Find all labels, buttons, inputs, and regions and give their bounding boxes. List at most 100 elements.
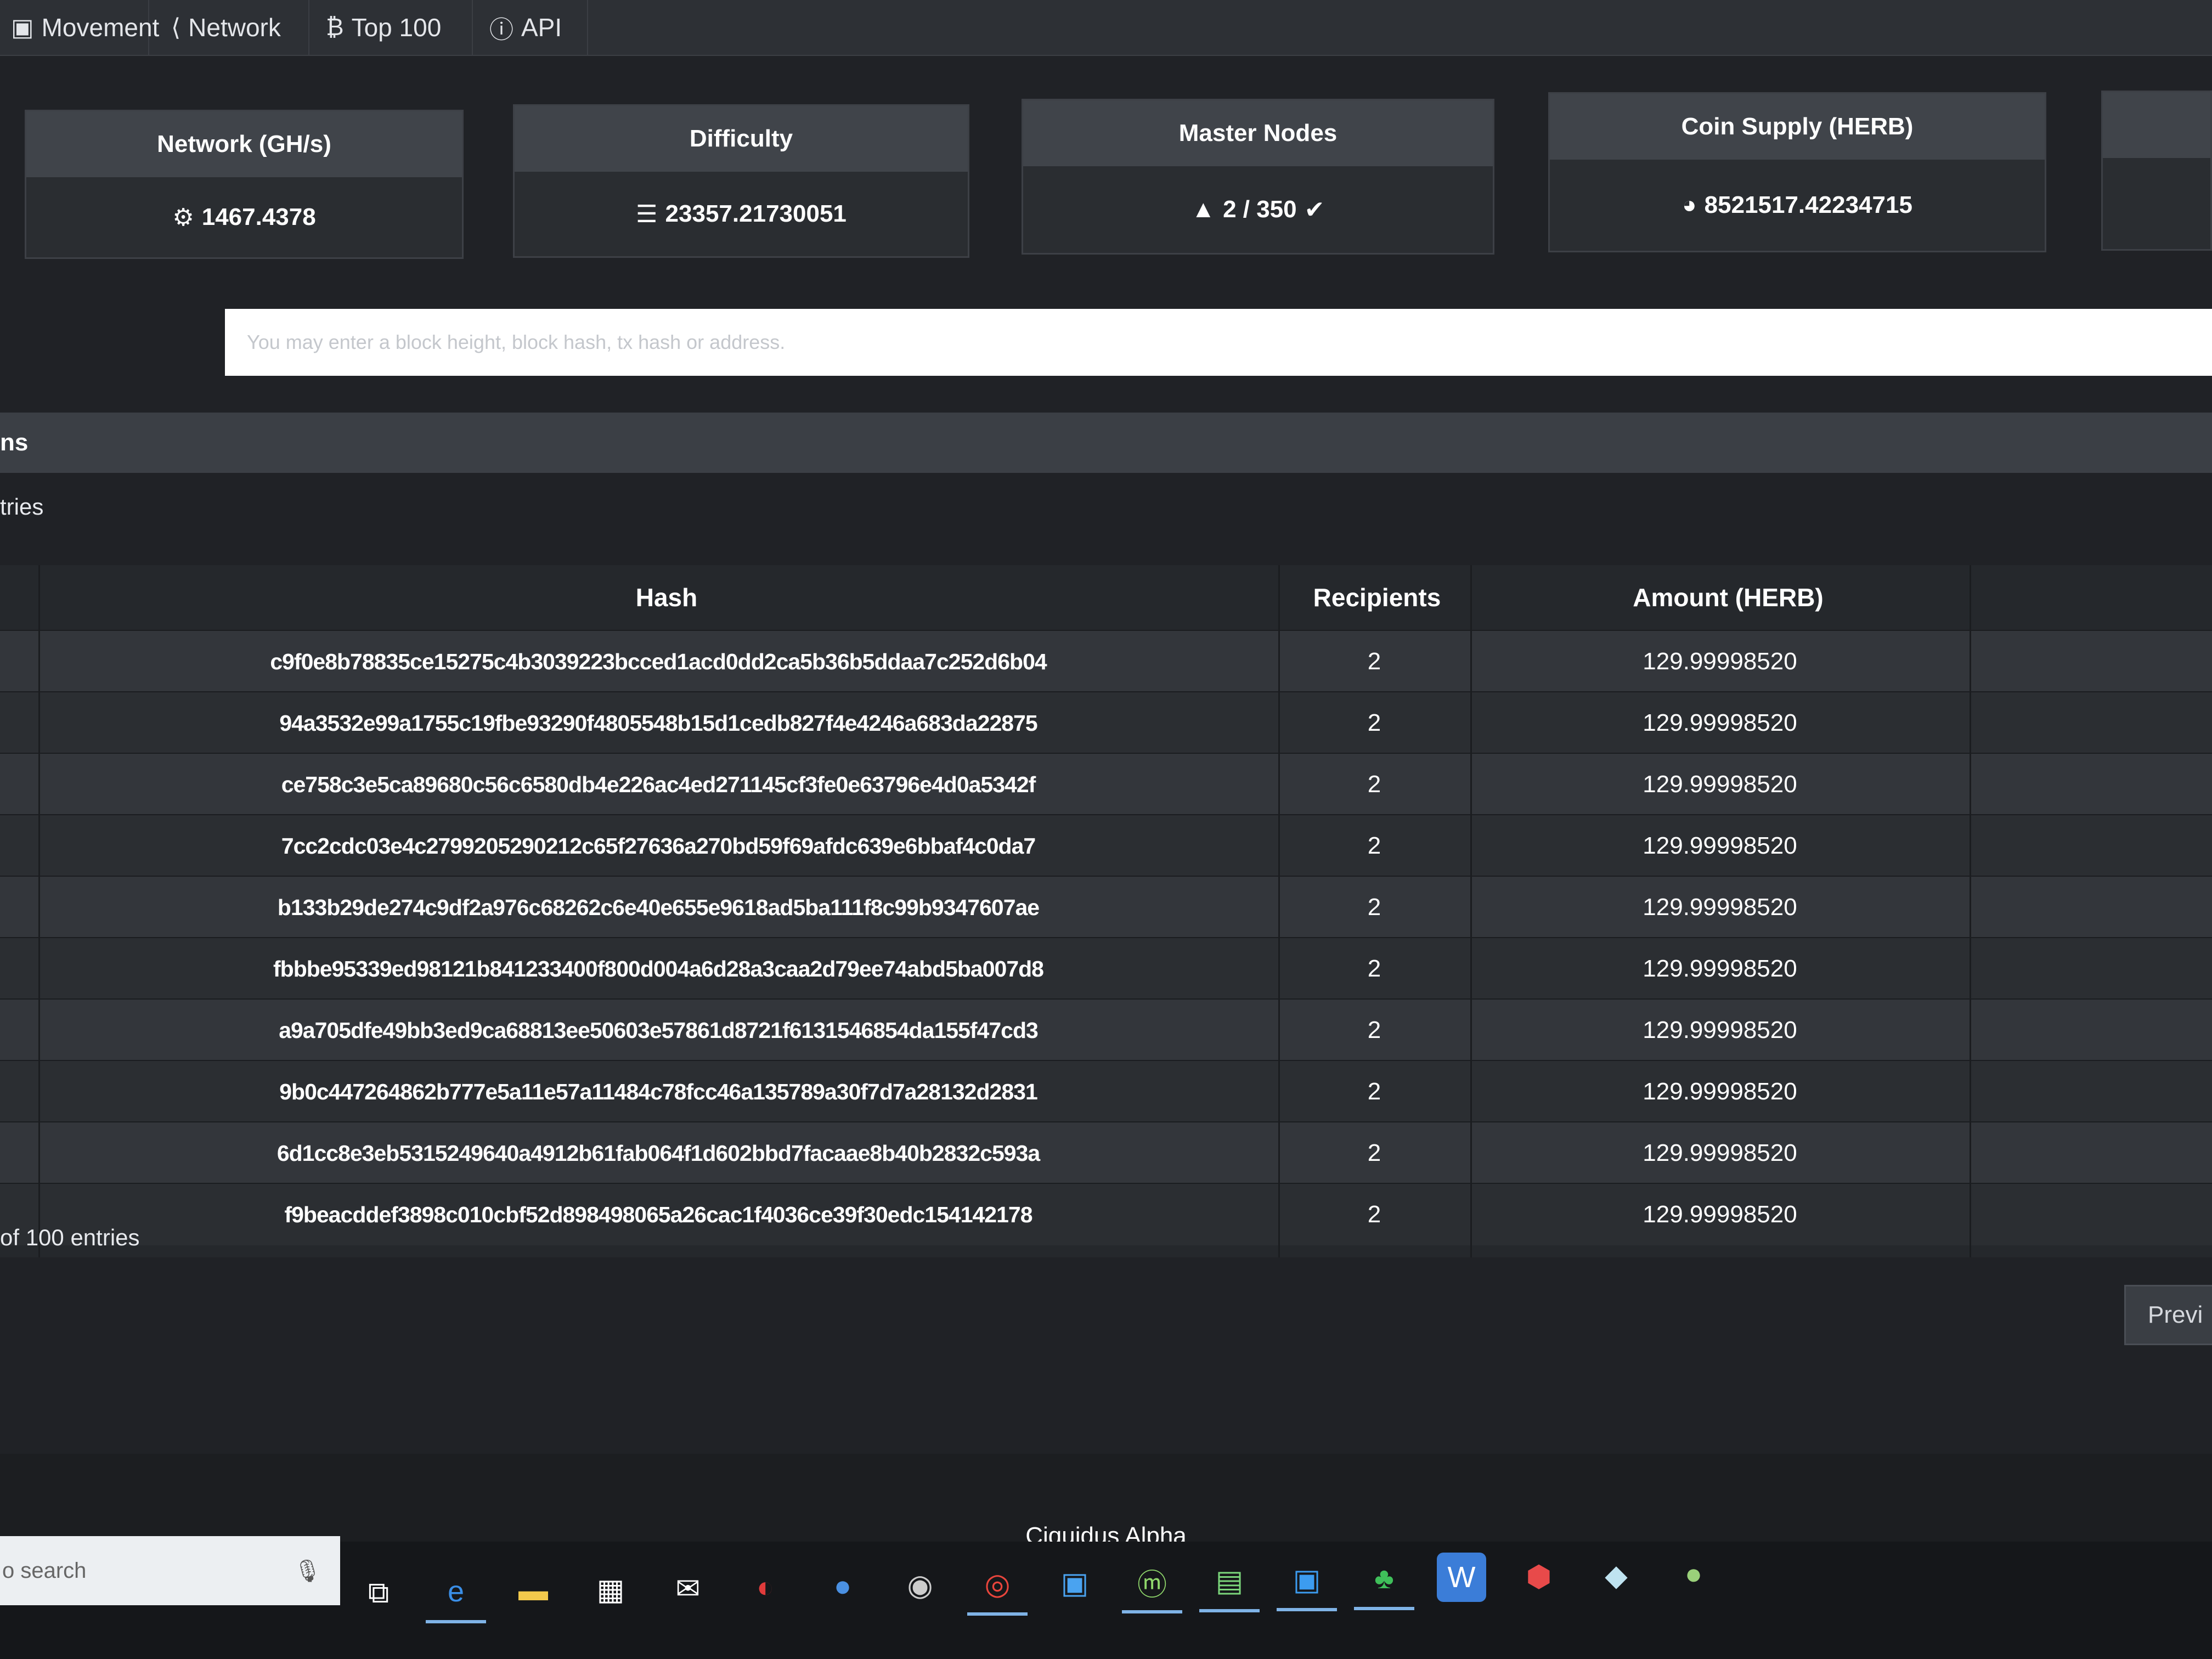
- nav-item-label: API: [521, 13, 562, 42]
- mail-icon[interactable]: ✉: [663, 1564, 713, 1613]
- tx-hash-link[interactable]: ce758c3e5ca89680c56c6580db4e226ac4ed2711…: [38, 754, 1278, 815]
- stat-card-value-row: ⚙ 1467.4378: [26, 177, 462, 257]
- blue-window-icon[interactable]: ▣: [1282, 1555, 1331, 1604]
- cube-red-icon[interactable]: ⬢: [1514, 1551, 1564, 1601]
- taskbar-search-box[interactable]: o search 🎙: [0, 1536, 340, 1605]
- tx-hash-link[interactable]: f9beacddef3898c010cbf52d898498065a26cac1…: [38, 1184, 1278, 1245]
- cube-light-icon[interactable]: ◆: [1592, 1550, 1641, 1600]
- running-app-indicator: [426, 1620, 486, 1623]
- info-icon: ⓘ: [489, 16, 514, 43]
- tx-recipients: 2: [1367, 1078, 1381, 1105]
- tx-hash-link[interactable]: c9f0e8b78835ce15275c4b3039223bcced1acd0d…: [38, 631, 1278, 692]
- tx-recipients: 2: [1367, 648, 1381, 675]
- green-window-icon[interactable]: ▤: [1205, 1556, 1254, 1605]
- table-row[interactable]: 9b0c447264862b777e5a11e57a11484c78fcc46a…: [0, 1060, 2212, 1122]
- tx-hash-link[interactable]: b133b29de274c9df2a976c68262c6e40e655e961…: [38, 877, 1278, 938]
- column-divider: [1470, 565, 1472, 1257]
- stat-card-title: Coin Supply (HERB): [1550, 94, 2045, 161]
- green-ball-icon[interactable]: ●: [1669, 1549, 1718, 1599]
- previous-page-button[interactable]: Previ: [2124, 1285, 2212, 1345]
- stat-card-difficulty: Difficulty ☰ 23357.21730051: [513, 104, 969, 258]
- tx-recipients: 2: [1367, 1139, 1381, 1166]
- movement-icon: ▣: [11, 14, 34, 41]
- stat-card-value: 8521517.42234715: [1704, 191, 1912, 218]
- task-view-icon[interactable]: ⧉: [354, 1568, 403, 1617]
- tx-hash-link[interactable]: a9a705dfe49bb3ed9ca68813ee50603e57861d87…: [38, 1000, 1278, 1061]
- pie-chart-icon: ◕: [1682, 191, 1697, 218]
- tx-hash-link[interactable]: 9b0c447264862b777e5a11e57a11484c78fcc46a…: [38, 1061, 1278, 1122]
- tx-hash-link[interactable]: 7cc2cdc03e4c2799205290212c65f27636a270bd…: [38, 815, 1278, 877]
- nav-item-top-100[interactable]: ₿ Top 100: [309, 0, 473, 55]
- window-app-icon[interactable]: ▣: [1050, 1558, 1099, 1607]
- tx-amount: 129.99998520: [1643, 1017, 1797, 1043]
- mint-app-icon[interactable]: ⓜ: [1127, 1557, 1177, 1606]
- tx-amount: 129.99998520: [1643, 832, 1797, 859]
- tx-amount: 129.99998520: [1643, 1078, 1797, 1105]
- bitcoin-icon: ₿: [326, 14, 344, 41]
- tx-amount: 129.99998520: [1643, 648, 1797, 675]
- search-input[interactable]: [225, 309, 2212, 376]
- network-icon: ⟨: [171, 14, 181, 41]
- column-header-amount[interactable]: Amount (HERB): [1476, 565, 1980, 630]
- stat-card-value: 1467.4378: [201, 204, 316, 230]
- w-app-icon[interactable]: W: [1437, 1553, 1486, 1602]
- entries-length-label: tries: [0, 494, 44, 520]
- tx-hash-link[interactable]: 94a3532e99a1755c19fbe93290f4805548b15d1c…: [38, 692, 1278, 754]
- running-app-indicator: [1277, 1608, 1337, 1611]
- tx-recipients: 2: [1367, 1201, 1381, 1228]
- column-divider: [1970, 565, 1971, 1257]
- tx-hash-link[interactable]: fbbbe95339ed98121b841233400f800d004a6d28…: [38, 938, 1278, 1000]
- store-icon[interactable]: ▦: [586, 1565, 635, 1614]
- stat-card-network: Network (GH/s) ⚙ 1467.4378: [25, 110, 464, 259]
- column-header-recipients[interactable]: Recipients: [1284, 565, 1470, 630]
- stat-card-value: 23357.21730051: [665, 200, 847, 227]
- table-row[interactable]: f9beacddef3898c010cbf52d898498065a26cac1…: [0, 1183, 2212, 1245]
- running-app-indicator: [1122, 1610, 1182, 1613]
- column-divider: [1278, 565, 1280, 1257]
- nav-item-label: Network: [188, 13, 281, 42]
- stat-card-title: [2103, 92, 2210, 160]
- table-row[interactable]: fbbbe95339ed98121b841233400f800d004a6d28…: [0, 937, 2212, 1000]
- stat-card-partial: [2101, 91, 2212, 251]
- table-row[interactable]: 7cc2cdc03e4c2799205290212c65f27636a270bd…: [0, 814, 2212, 877]
- stat-card-master-nodes: Master Nodes ▲ 2 / 350 ✔: [1022, 99, 1494, 255]
- tree-icon[interactable]: ♣: [1359, 1554, 1409, 1603]
- sliders-icon: ☰: [636, 200, 658, 228]
- table-row[interactable]: a9a705dfe49bb3ed9ca68813ee50603e57861d87…: [0, 998, 2212, 1061]
- stat-card-title: Master Nodes: [1023, 100, 1493, 168]
- chrome-icon[interactable]: ◎: [973, 1559, 1022, 1609]
- table-row[interactable]: b133b29de274c9df2a976c68262c6e40e655e961…: [0, 876, 2212, 938]
- cogs-icon: ⚙: [172, 204, 194, 231]
- tx-hash-link[interactable]: 6d1cc8e3eb5315249640a4912b61fab064f1d602…: [38, 1122, 1278, 1184]
- table-row[interactable]: 6d1cc8e3eb5315249640a4912b61fab064f1d602…: [0, 1121, 2212, 1184]
- tx-amount: 129.99998520: [1643, 709, 1797, 736]
- running-app-indicator: [1199, 1609, 1260, 1612]
- nav-item-movement[interactable]: ▣ Movement: [0, 0, 159, 55]
- tx-amount: 129.99998520: [1643, 1139, 1797, 1166]
- tx-recipients: 2: [1367, 894, 1381, 921]
- nav-item-label: Movement: [41, 13, 160, 42]
- tx-amount: 129.99998520: [1643, 771, 1797, 798]
- stat-card-title: Difficulty: [515, 106, 968, 173]
- running-app-indicator: [1354, 1607, 1414, 1610]
- table-row[interactable]: c9f0e8b78835ce15275c4b3039223bcced1acd0d…: [0, 630, 2212, 692]
- table-row[interactable]: 94a3532e99a1755c19fbe93290f4805548b15d1c…: [0, 691, 2212, 754]
- microphone-icon[interactable]: 🎙: [294, 1558, 321, 1584]
- stat-card-value: 2 / 350: [1223, 196, 1297, 223]
- column-header-hash[interactable]: Hash: [38, 565, 1295, 630]
- file-explorer-icon[interactable]: ▬: [509, 1566, 558, 1615]
- tx-recipients: 2: [1367, 771, 1381, 798]
- nav-item-api[interactable]: ⓘ API: [473, 0, 588, 55]
- warning-icon: ▲: [1191, 196, 1216, 223]
- stat-card-coin-supply: Coin Supply (HERB) ◕ 8521517.42234715: [1548, 92, 2046, 252]
- nav-item-label: Top 100: [351, 13, 442, 42]
- taskbar-search-text: o search: [2, 1558, 87, 1583]
- app-gray-icon[interactable]: ◉: [895, 1560, 945, 1610]
- tx-amount: 129.99998520: [1643, 1201, 1797, 1228]
- table-row[interactable]: ce758c3e5ca89680c56c6580db4e226ac4ed2711…: [0, 753, 2212, 815]
- edge-icon[interactable]: e: [431, 1567, 481, 1616]
- app-blue-icon[interactable]: ●: [818, 1561, 867, 1611]
- table-info: of 100 entries: [0, 1224, 140, 1250]
- nav-item-network[interactable]: ⟨ Network: [155, 0, 309, 55]
- app-red-icon[interactable]: ◐: [741, 1562, 790, 1612]
